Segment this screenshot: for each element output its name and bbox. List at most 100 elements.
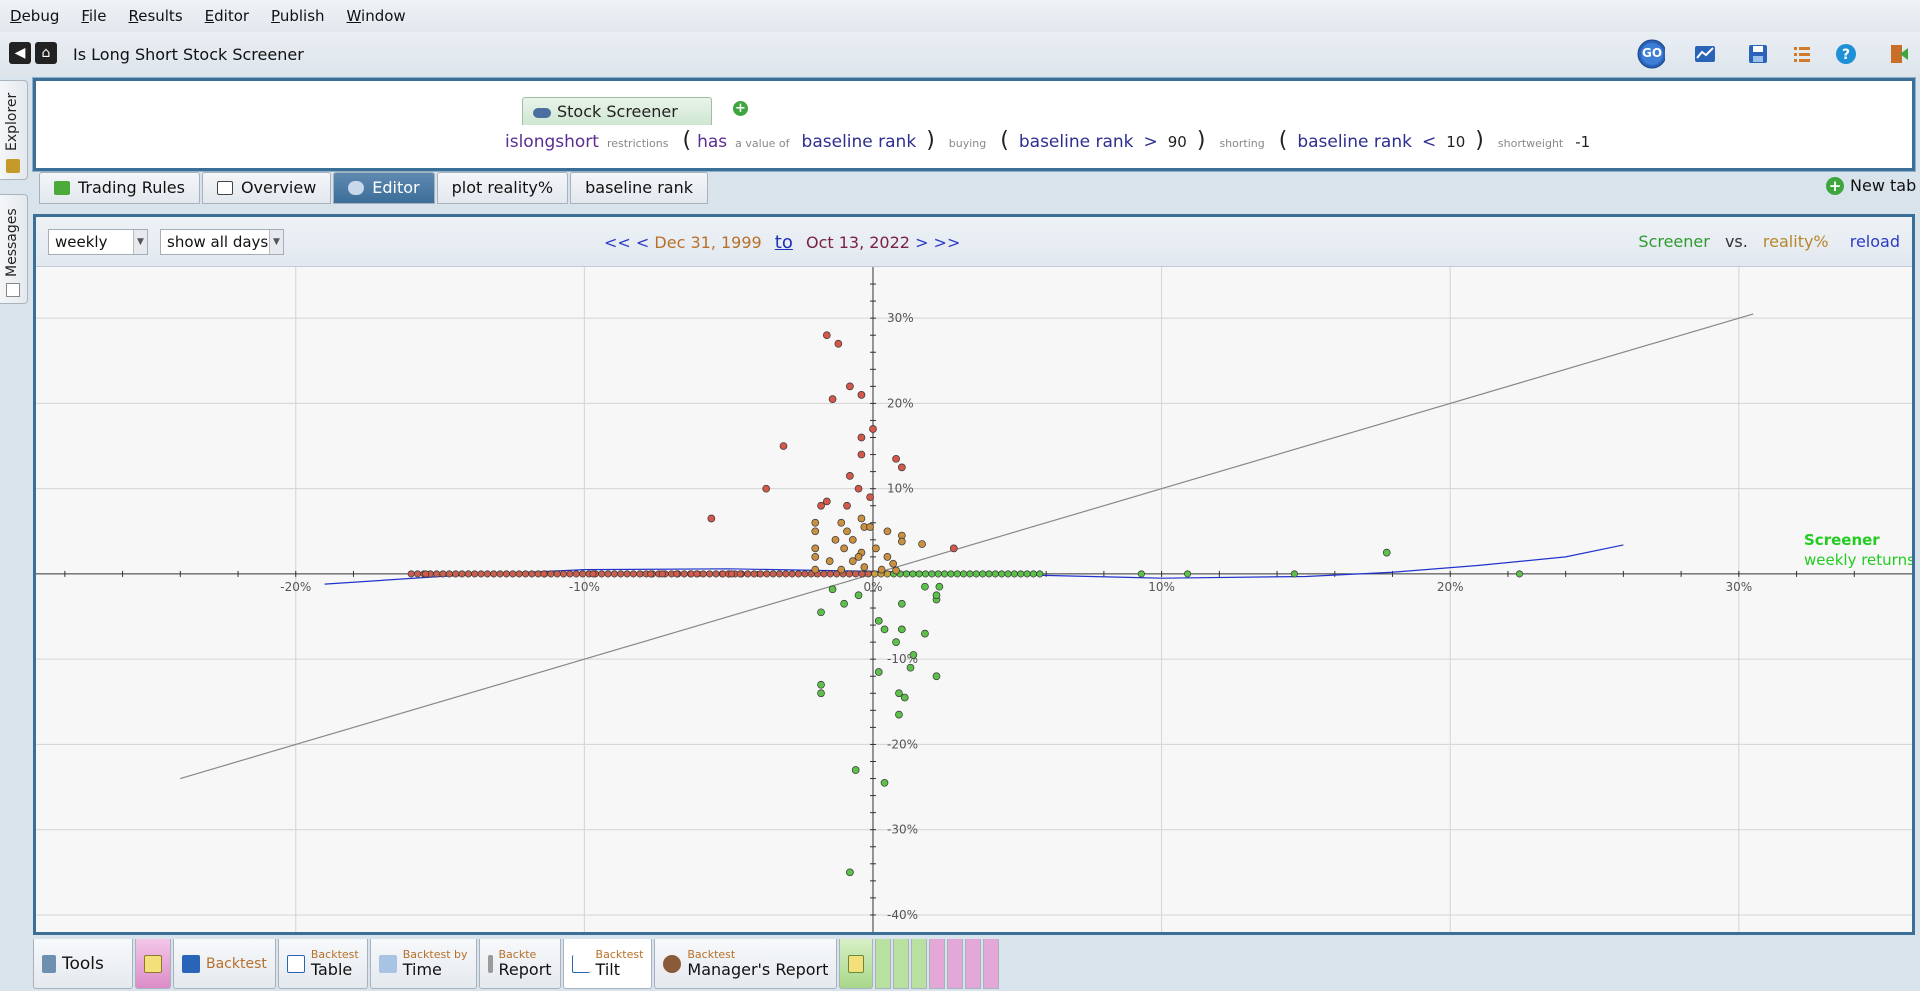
- backtest-tilt-tab[interactable]: Backtest Tilt: [562, 939, 653, 989]
- data-point: [857, 450, 866, 459]
- overview-icon: [216, 181, 233, 195]
- exit-button[interactable]: [1885, 40, 1913, 68]
- short-value[interactable]: 10: [1446, 133, 1465, 151]
- data-point: [811, 527, 820, 536]
- menu-file[interactable]: File: [81, 7, 106, 25]
- collapsed-tab[interactable]: [893, 939, 910, 989]
- add-screener-button[interactable]: +: [733, 101, 748, 116]
- data-point: [825, 557, 834, 565]
- days-select-value: show all days: [167, 233, 269, 251]
- side-tab-explorer-label: Explorer: [4, 92, 20, 151]
- has-keyword[interactable]: has: [697, 132, 727, 152]
- collapsed-tab[interactable]: [947, 939, 964, 989]
- data-point: [1515, 570, 1524, 578]
- to-link[interactable]: to: [775, 232, 793, 253]
- tab-plot-reality[interactable]: plot reality%: [436, 172, 569, 204]
- tab-trading-rules[interactable]: Trading Rules: [39, 172, 200, 204]
- menu-results[interactable]: Results: [128, 7, 182, 25]
- collapsed-tab[interactable]: [983, 939, 1000, 989]
- x-tick-label: 0%: [863, 580, 882, 594]
- data-point: [744, 570, 752, 578]
- backtest-manager-tab[interactable]: Backtest Manager's Report: [654, 939, 838, 989]
- data-point: [1137, 570, 1145, 578]
- buy-indicator[interactable]: baseline rank: [1019, 132, 1134, 152]
- home-button[interactable]: ⌂: [35, 42, 57, 64]
- data-point: [892, 638, 900, 646]
- wrench-icon: [42, 954, 56, 973]
- data-point: [843, 501, 851, 510]
- green-tab[interactable]: [839, 939, 874, 989]
- tab-editor[interactable]: Editor: [333, 172, 435, 204]
- buy-value[interactable]: 90: [1168, 133, 1187, 151]
- data-point: [610, 570, 618, 578]
- data-point: [851, 766, 860, 774]
- formula-name[interactable]: islongshort: [505, 132, 599, 152]
- collapsed-tab[interactable]: [929, 939, 946, 989]
- buy-operator[interactable]: >: [1144, 132, 1158, 152]
- menu-debug[interactable]: Debug: [10, 7, 59, 25]
- data-point: [985, 570, 993, 578]
- save-button[interactable]: [1744, 40, 1772, 68]
- short-indicator[interactable]: baseline rank: [1297, 132, 1412, 152]
- comparison-legend: Screener vs. reality% reload: [1638, 232, 1900, 251]
- tools-tab[interactable]: Tools: [33, 939, 133, 989]
- collapsed-tab[interactable]: [965, 939, 982, 989]
- collapsed-tab[interactable]: [875, 939, 892, 989]
- data-point: [673, 570, 681, 578]
- reload-link[interactable]: reload: [1850, 232, 1900, 251]
- days-select[interactable]: show all days ▼: [160, 229, 284, 255]
- date-forward-button[interactable]: > >>: [915, 233, 960, 252]
- x-tick-label: 20%: [1437, 580, 1464, 594]
- data-point: [811, 553, 820, 561]
- tab-baseline-rank[interactable]: baseline rank: [570, 172, 708, 204]
- scatter-plot[interactable]: -20% -10% 0% 10% 20% 30% 30%20%10%-10%-20%-30…: [36, 267, 1912, 932]
- data-point: [515, 570, 523, 578]
- data-point: [840, 544, 848, 553]
- buying-label: buying: [948, 137, 987, 150]
- data-point: [848, 535, 857, 544]
- data-point: [528, 570, 536, 578]
- chart-button[interactable]: [1691, 40, 1719, 68]
- shortweight-value[interactable]: -1: [1575, 133, 1590, 151]
- menu-editor[interactable]: Editor: [205, 7, 249, 25]
- data-point: [445, 570, 453, 578]
- back-button[interactable]: ◀: [9, 42, 31, 64]
- y-tick-label: 10%: [887, 482, 914, 496]
- backtest-time-tab[interactable]: Backtest by Time: [369, 939, 477, 989]
- restriction-indicator[interactable]: baseline rank: [802, 132, 917, 152]
- date-back-button[interactable]: << <: [604, 233, 649, 252]
- period-select[interactable]: weekly ▼: [48, 229, 148, 255]
- data-point: [817, 689, 825, 698]
- tab-overview[interactable]: Overview: [201, 172, 332, 204]
- series-a-link[interactable]: Screener: [1638, 232, 1709, 251]
- menu-window[interactable]: Window: [347, 7, 406, 25]
- go-button[interactable]: GO: [1637, 39, 1665, 69]
- data-point: [869, 425, 877, 433]
- clipboard-tab[interactable]: [135, 939, 171, 989]
- backtest-report-tab[interactable]: Backte Report: [478, 939, 561, 989]
- editor-icon: [348, 181, 365, 195]
- menu-publish[interactable]: Publish: [271, 7, 324, 25]
- short-operator[interactable]: <: [1422, 132, 1436, 152]
- data-point: [871, 570, 879, 578]
- plot-grid: [36, 267, 1912, 932]
- backtest-report-small: Backte: [498, 947, 537, 961]
- backtest-table-tab[interactable]: Backtest Table: [277, 939, 368, 989]
- end-date[interactable]: Oct 13, 2022: [806, 233, 910, 252]
- data-point: [909, 651, 918, 659]
- help-button[interactable]: ?: [1832, 40, 1860, 68]
- list-button[interactable]: [1788, 40, 1816, 68]
- backtest-tab[interactable]: Backtest: [173, 939, 276, 989]
- collapsed-tab[interactable]: [911, 939, 928, 989]
- series-b-link[interactable]: reality%: [1763, 232, 1829, 251]
- start-date[interactable]: Dec 31, 1999: [654, 233, 761, 252]
- new-tab-button[interactable]: + New tab: [1826, 176, 1916, 195]
- x-tick-label: 10%: [1148, 580, 1175, 594]
- data-point: [779, 442, 788, 450]
- stock-screener-tab[interactable]: Stock Screener: [522, 97, 712, 125]
- side-tab-messages[interactable]: Messages: [0, 194, 28, 304]
- manager-icon: [663, 954, 682, 973]
- side-tab-explorer[interactable]: Explorer: [0, 80, 28, 180]
- data-point: [769, 570, 777, 578]
- data-point: [857, 433, 866, 442]
